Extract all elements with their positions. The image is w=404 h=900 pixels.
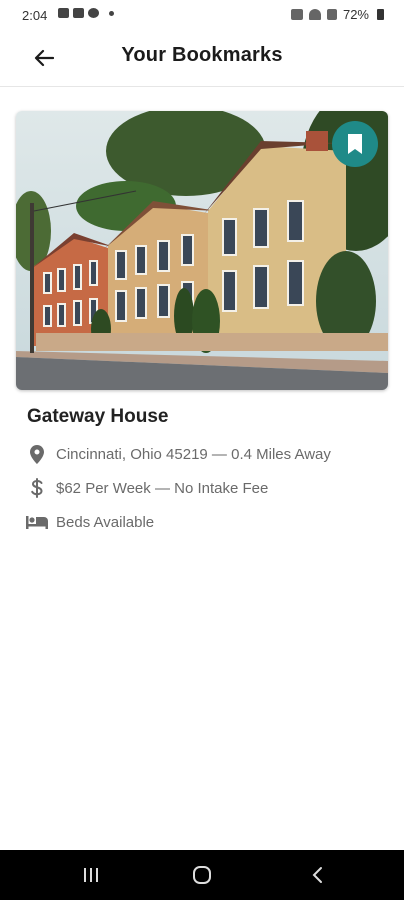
bookmark-icon xyxy=(348,134,362,154)
battery-icon xyxy=(377,9,384,20)
page-title: Your Bookmarks xyxy=(121,44,283,66)
listing-title[interactable]: Gateway House xyxy=(27,406,169,428)
chat-notification-icon xyxy=(88,8,99,18)
wifi-icon xyxy=(308,9,321,20)
system-back-button[interactable] xyxy=(303,862,331,888)
recent-apps-icon xyxy=(84,868,98,882)
chevron-left-icon xyxy=(312,867,322,883)
bookmark-button[interactable] xyxy=(332,121,378,167)
app-header: Your Bookmarks xyxy=(0,30,404,87)
recent-apps-button[interactable] xyxy=(77,862,105,888)
status-bar: 2:04 72% xyxy=(0,0,404,30)
beds-row: Beds Available xyxy=(26,512,154,532)
location-row: Cincinnati, Ohio 45219 — 0.4 Miles Away xyxy=(26,444,331,464)
home-circle-icon xyxy=(193,866,211,884)
mail-notification-icon xyxy=(73,8,84,18)
battery-percent: 72% xyxy=(342,7,369,22)
signal-icon xyxy=(326,9,337,20)
system-icons: 72% xyxy=(290,7,384,22)
price-row: $62 Per Week — No Intake Fee xyxy=(26,478,268,498)
gallery-notification-icon xyxy=(58,8,69,18)
location-text: Cincinnati, Ohio 45219 — 0.4 Miles Away xyxy=(56,445,331,463)
system-navigation-bar xyxy=(0,850,404,900)
dollar-icon xyxy=(26,478,48,498)
beds-text: Beds Available xyxy=(56,513,155,531)
notification-icons xyxy=(58,8,114,18)
price-text: $62 Per Week — No Intake Fee xyxy=(56,479,269,497)
mute-icon xyxy=(290,9,303,20)
listing-image[interactable] xyxy=(16,111,388,390)
listing-photo xyxy=(16,111,388,390)
bed-icon xyxy=(26,512,48,532)
status-time: 2:04 xyxy=(22,8,48,23)
location-pin-icon xyxy=(26,444,48,464)
more-notifications-dot-icon xyxy=(109,10,114,16)
home-button[interactable] xyxy=(188,862,216,888)
